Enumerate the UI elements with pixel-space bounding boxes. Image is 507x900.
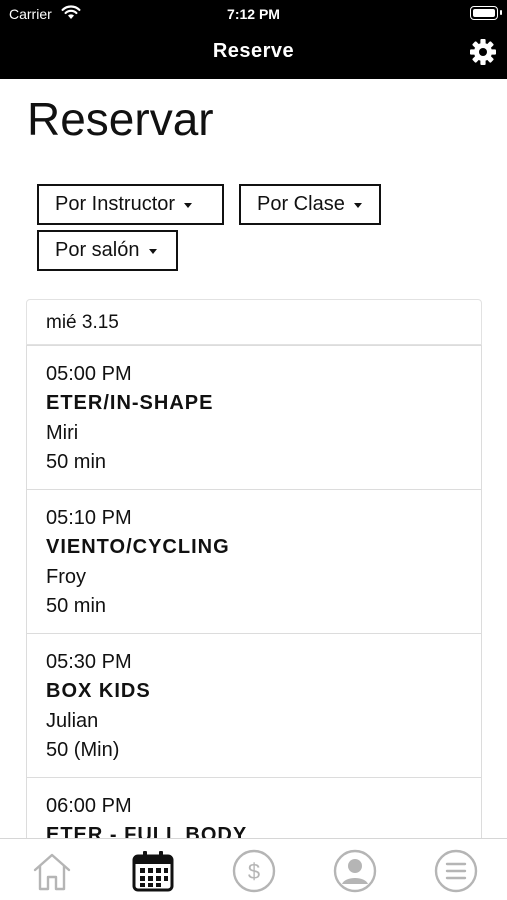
profile-icon[interactable] — [331, 847, 379, 895]
class-card[interactable]: 05:30 PM BOX KIDS Julian 50 (Min) — [26, 633, 482, 778]
top-bar: Carrier 7:12 PM Reserve — [0, 0, 507, 79]
filter-instructor-dropdown[interactable]: Por Instructor — [37, 184, 224, 225]
class-instructor: Miri — [46, 422, 79, 444]
class-instructor: Froy — [46, 566, 86, 588]
class-instructor: Julian — [46, 710, 99, 732]
nav-title: Reserve — [212, 40, 295, 62]
class-card[interactable]: 05:00 PM ETER/IN-SHAPE Miri 50 min — [26, 345, 482, 490]
tab-bar: $ — [0, 838, 507, 900]
gear-icon[interactable] — [469, 38, 497, 66]
caret-down-icon — [353, 203, 362, 208]
class-name: BOX KIDS — [46, 680, 151, 702]
class-time: 05:00 PM — [46, 363, 132, 385]
status-time: 7:12 PM — [227, 6, 280, 22]
class-name: ETER - FULL BODY — [46, 824, 248, 838]
dollar-icon[interactable]: $ — [230, 847, 278, 895]
class-time: 05:30 PM — [46, 651, 132, 673]
class-card[interactable]: 06:00 PM ETER - FULL BODY — [26, 777, 482, 838]
class-name: ETER/IN-SHAPE — [46, 392, 214, 414]
caret-down-icon — [148, 249, 157, 254]
svg-text:$: $ — [248, 859, 260, 884]
filter-class-dropdown[interactable]: Por Clase — [239, 184, 381, 225]
class-duration: 50 (Min) — [46, 739, 120, 761]
schedule-list[interactable]: mié 3.15 05:00 PM ETER/IN-SHAPE Miri 50 … — [26, 299, 482, 838]
class-time: 05:10 PM — [46, 507, 132, 529]
filter-class-label: Por Clase — [257, 193, 345, 215]
menu-icon[interactable] — [432, 847, 480, 895]
class-name: VIENTO/CYCLING — [46, 536, 230, 558]
filter-instructor-label: Por Instructor — [55, 193, 176, 215]
class-card[interactable]: 05:10 PM VIENTO/CYCLING Froy 50 min — [26, 489, 482, 634]
page-title: Reservar — [27, 93, 214, 145]
class-duration: 50 min — [46, 451, 107, 473]
caret-down-icon — [184, 203, 193, 208]
class-duration: 50 min — [46, 595, 107, 617]
home-icon[interactable] — [28, 847, 76, 895]
class-time: 06:00 PM — [46, 795, 132, 817]
calendar-icon[interactable] — [129, 847, 177, 895]
filter-room-dropdown[interactable]: Por salón — [37, 230, 178, 271]
status-bar: Carrier 7:12 PM — [0, 0, 507, 28]
battery-icon — [470, 6, 502, 20]
filter-room-label: Por salón — [55, 239, 140, 261]
day-header: mié 3.15 — [26, 299, 482, 345]
